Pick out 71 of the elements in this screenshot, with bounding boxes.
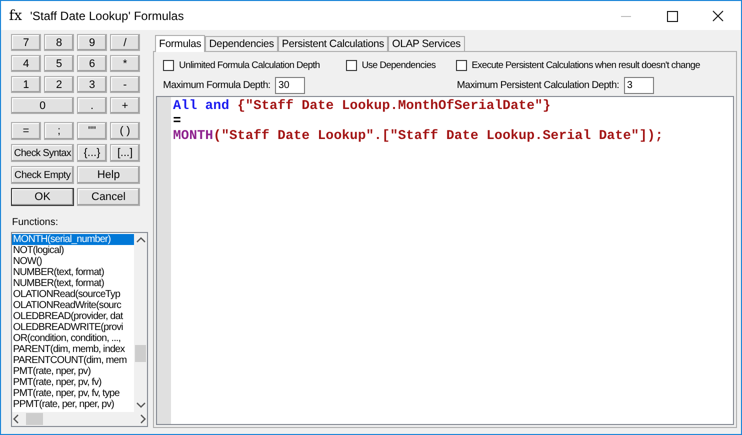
checkbox-label: Unlimited Formula Calculation Depth xyxy=(179,60,320,70)
field-label: Maximum Formula Depth: xyxy=(163,80,270,90)
scroll-down-icon[interactable] xyxy=(136,401,146,409)
checkbox-label: Use Dependencies xyxy=(362,60,436,70)
calculator-key[interactable]: / xyxy=(110,34,140,51)
scroll-thumb[interactable] xyxy=(26,413,43,425)
horizontal-scrollbar[interactable] xyxy=(12,412,147,426)
list-item[interactable]: OLATIONReadWrite(sourc xyxy=(12,300,134,311)
tab[interactable]: Persistent Calculations xyxy=(278,36,388,51)
calculator-key[interactable]: 0 xyxy=(11,97,74,114)
calculator-key[interactable]: + xyxy=(110,97,140,114)
operator-key[interactable]: = xyxy=(11,122,41,140)
scroll-left-icon[interactable] xyxy=(12,414,20,424)
calculator-key[interactable]: - xyxy=(110,76,140,93)
window-title: 'Staff Date Lookup' Formulas xyxy=(30,8,184,22)
tab[interactable]: OLAP Services xyxy=(388,36,465,51)
list-item[interactable]: OLATIONRead(sourceTyp xyxy=(12,289,134,300)
operator-key[interactable]: ( ) xyxy=(110,122,140,140)
code-line: All and {"Staff Date Lookup.MonthOfSerialDate"} xyxy=(173,99,552,114)
calculator-key[interactable]: 1 xyxy=(11,76,41,93)
calculator-key[interactable]: 5 xyxy=(44,55,74,72)
number-field[interactable]: 30 xyxy=(275,76,306,94)
action-button[interactable]: Check Syntax xyxy=(11,144,74,162)
list-item[interactable]: OR(condition, condition, ..., xyxy=(12,333,134,344)
operator-key[interactable]: ; xyxy=(44,122,74,140)
code-line: = xyxy=(173,114,182,129)
checkbox-label: Execute Persistent Calculations when result doesn't change xyxy=(472,60,700,70)
scroll-thumb[interactable] xyxy=(135,345,146,362)
list-item[interactable]: PMT(rate, nper, pv) xyxy=(12,366,134,377)
calculator-key[interactable]: 3 xyxy=(77,76,107,93)
app-logo: fx xyxy=(9,8,22,24)
calculator-key[interactable]: 8 xyxy=(44,34,74,51)
field-label: Maximum Persistent Calculation Depth: xyxy=(456,80,619,90)
operator-key[interactable]: [...] xyxy=(110,144,140,162)
calculator-key[interactable]: 2 xyxy=(44,76,74,93)
list-item[interactable]: NOT(logical) xyxy=(12,245,134,256)
calculator-key[interactable]: 9 xyxy=(77,34,107,51)
list-item[interactable]: OLEDBREAD(provider, dat xyxy=(12,311,134,322)
code-editor[interactable]: All and {"Staff Date Lookup.MonthOfSerialDate"} = MONTH("Staff Date Lookup".["Staff Date Lookup.Serial Date"]); xyxy=(156,96,734,425)
list-item[interactable]: PARENT(dim, memb, index xyxy=(12,344,134,355)
calculator-key[interactable]: 4 xyxy=(11,55,41,72)
checkbox[interactable] xyxy=(456,60,467,70)
tab[interactable]: Dependencies xyxy=(205,36,278,51)
list-item[interactable]: PARENTCOUNT(dim, mem xyxy=(12,355,134,366)
calculator-key[interactable]: . xyxy=(77,97,107,114)
calculator-key[interactable]: * xyxy=(110,55,140,72)
tab[interactable]: Formulas xyxy=(155,35,206,52)
action-button[interactable]: Help xyxy=(77,166,140,184)
list-item[interactable]: OLEDBREADWRITE(provi xyxy=(12,322,134,333)
operator-key[interactable]: "" xyxy=(77,122,107,140)
action-button[interactable]: Check Empty xyxy=(11,166,74,184)
list-item[interactable]: PPMT(rate, per, nper, pv) xyxy=(12,399,134,410)
dialog-button[interactable]: OK xyxy=(11,188,74,206)
scroll-up-icon[interactable] xyxy=(136,236,146,244)
checkbox[interactable] xyxy=(346,60,357,70)
scroll-right-icon[interactable] xyxy=(139,414,147,424)
list-item[interactable]: PMT(rate, nper, pv, fv) xyxy=(12,377,134,388)
checkbox[interactable] xyxy=(163,60,174,70)
number-field[interactable]: 3 xyxy=(624,76,654,94)
code-line: MONTH("Staff Date Lookup".["Staff Date Lookup.Serial Date"]); xyxy=(173,129,664,144)
vertical-scrollbar[interactable] xyxy=(134,233,147,412)
calculator-key[interactable]: 7 xyxy=(11,34,41,51)
list-item[interactable]: PMT(rate, nper, pv, fv, type xyxy=(12,388,134,399)
dialog-button[interactable]: Cancel xyxy=(77,188,140,206)
list-item[interactable]: NUMBER(text, format) xyxy=(12,267,134,278)
calculator-key[interactable]: 6 xyxy=(77,55,107,72)
operator-key[interactable]: {...} xyxy=(77,144,107,162)
list-item[interactable]: NUMBER(text, format) xyxy=(12,278,134,289)
list-item[interactable]: NOW() xyxy=(12,256,134,267)
list-item[interactable]: MONTH(serial_number) xyxy=(12,234,134,245)
list-label: Functions: xyxy=(12,217,60,228)
